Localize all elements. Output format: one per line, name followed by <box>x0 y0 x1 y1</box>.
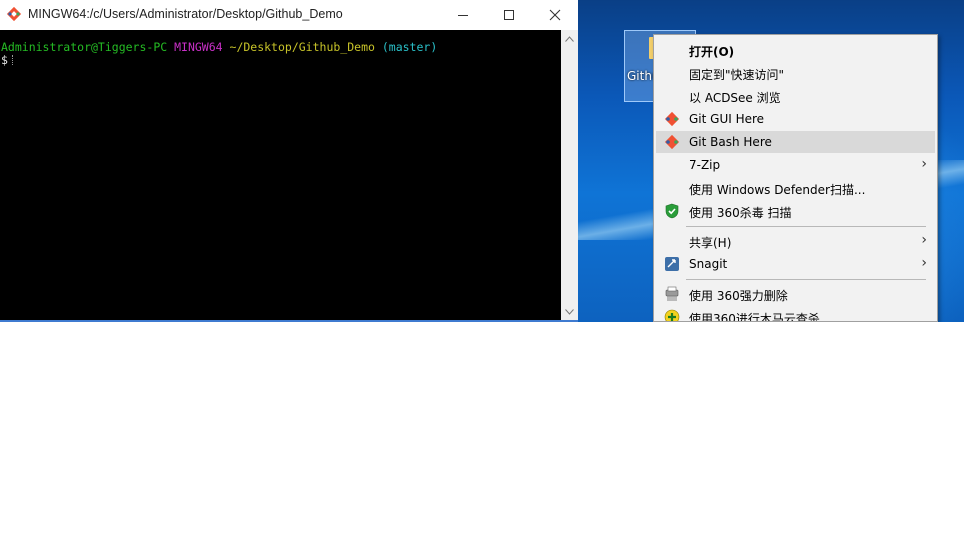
maximize-button[interactable] <box>486 0 532 30</box>
window-title: MINGW64:/c/Users/Administrator/Desktop/G… <box>28 7 343 21</box>
menu-item-git-bash[interactable]: Git Bash Here <box>656 131 935 153</box>
minimize-button[interactable] <box>440 0 486 30</box>
menu-item-acdsee[interactable]: 以 ACDSee 浏览 <box>656 85 935 107</box>
screenshot-area: Githu MINGW64:/c/Users/Administrator/Des… <box>0 0 964 322</box>
window-titlebar[interactable]: MINGW64:/c/Users/Administrator/Desktop/G… <box>0 0 578 30</box>
git-icon <box>664 134 680 150</box>
prompt-line: Administrator@Tiggers-PC MINGW64 ~/Deskt… <box>1 41 437 54</box>
menu-item-label: 7-Zip <box>689 158 721 172</box>
menu-item-git-gui[interactable]: Git GUI Here <box>656 108 935 130</box>
chevron-up-icon <box>565 35 574 42</box>
menu-item-label: 使用360进行木马云查杀 <box>689 312 820 322</box>
close-button[interactable] <box>532 0 578 30</box>
chevron-right-icon: › <box>921 156 927 172</box>
360-shield-icon <box>665 203 679 219</box>
menu-item-label: 使用 360杀毒 扫描 <box>689 206 792 220</box>
window-border-bottom <box>0 320 578 322</box>
360-plus-icon <box>664 309 680 321</box>
menu-item-360-scan[interactable]: 使用 360杀毒 扫描 <box>656 200 935 222</box>
prompt-branch: (master) <box>381 40 438 54</box>
snagit-icon <box>665 257 679 271</box>
chevron-right-icon: › <box>921 255 927 271</box>
minimize-icon <box>457 14 468 16</box>
prompt-user: Administrator@Tiggers-PC <box>1 40 168 54</box>
terminal-output[interactable]: Administrator@Tiggers-PC MINGW64 ~/Deskt… <box>0 30 561 320</box>
input-line[interactable]: $ <box>1 54 14 67</box>
maximize-icon <box>503 9 514 20</box>
menu-item-open[interactable]: 打开(O) <box>656 39 935 61</box>
prompt-env: MINGW64 <box>174 40 223 54</box>
chevron-down-icon <box>565 308 574 315</box>
menu-item-label: Git Bash Here <box>689 135 772 149</box>
menu-item-label: Git GUI Here <box>689 112 765 126</box>
menu-separator <box>686 279 926 280</box>
menu-item-share[interactable]: 共享(H) › <box>656 230 935 252</box>
git-icon <box>664 111 680 127</box>
menu-separator <box>686 226 926 227</box>
menu-item-label: 固定到"快速访问" <box>689 68 785 82</box>
chevron-right-icon: › <box>921 232 927 248</box>
context-menu: 打开(O) 固定到"快速访问" 以 ACDSee 浏览 Git GUI Here… <box>653 34 938 322</box>
shredder-icon <box>665 286 679 301</box>
menu-item-pin-quick-access[interactable]: 固定到"快速访问" <box>656 62 935 84</box>
prompt-path: ~/Desktop/Github_Demo <box>229 40 375 54</box>
scroll-up-button[interactable] <box>561 30 578 47</box>
menu-item-360-force-delete[interactable]: 使用 360强力删除 <box>656 283 935 305</box>
text-cursor <box>11 55 14 65</box>
menu-item-label: 以 ACDSee 浏览 <box>689 91 781 105</box>
scroll-down-button[interactable] <box>561 303 578 320</box>
close-icon <box>549 9 561 21</box>
menu-item-7zip[interactable]: 7-Zip › <box>656 154 935 176</box>
menu-item-label: 使用 360强力删除 <box>689 289 788 303</box>
vertical-scrollbar[interactable] <box>561 30 578 320</box>
menu-item-defender-scan[interactable]: 使用 Windows Defender扫描... <box>656 177 935 199</box>
prompt-symbol: $ <box>1 53 8 67</box>
git-bash-icon <box>6 6 22 22</box>
menu-item-label: 打开(O) <box>689 45 735 59</box>
mingw64-terminal-window[interactable]: MINGW64:/c/Users/Administrator/Desktop/G… <box>0 0 578 322</box>
menu-item-label: Snagit <box>689 257 728 271</box>
menu-item-label: 共享(H) <box>689 236 732 250</box>
menu-item-label: 使用 Windows Defender扫描... <box>689 183 866 197</box>
menu-item-360-trojan-scan[interactable]: 使用360进行木马云查杀 <box>656 306 935 322</box>
menu-item-snagit[interactable]: Snagit › <box>656 253 935 275</box>
